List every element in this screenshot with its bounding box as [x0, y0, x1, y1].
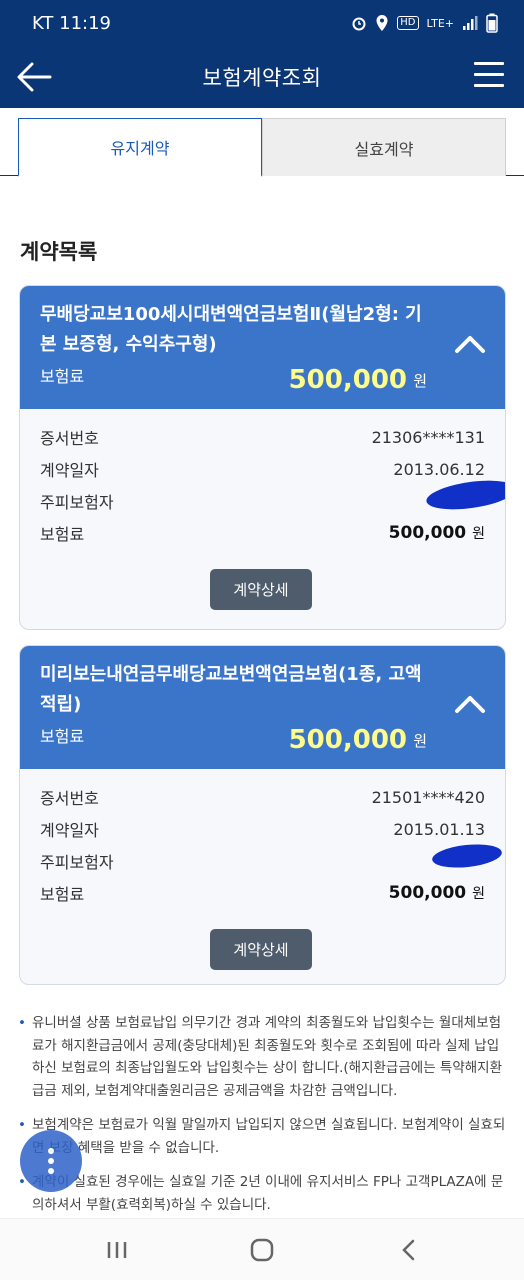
system-nav-bar: [0, 1218, 524, 1280]
info-row: 주피보험자: [40, 485, 485, 517]
chevron-up-icon[interactable]: [453, 692, 487, 716]
app-header: 보험계약조회: [0, 46, 524, 108]
row-label: 증서번호: [40, 429, 99, 448]
row-label: 증서번호: [40, 789, 99, 808]
back-arrow-icon[interactable]: [16, 60, 52, 94]
status-icons: HD LTE+: [351, 13, 498, 33]
premium-label: 보험료: [40, 367, 85, 386]
chevron-up-icon[interactable]: [453, 332, 487, 356]
info-row: 주피보험자: [40, 845, 485, 877]
contract-date: 2015.01.13: [393, 819, 485, 839]
row-label: 주피보험자: [40, 493, 114, 512]
tab-active-contracts[interactable]: 유지계약: [18, 118, 262, 177]
certificate-number: 21306****131: [371, 427, 485, 447]
home-icon[interactable]: [247, 1235, 277, 1265]
contract-tabs: 유지계약 실효계약: [0, 118, 524, 177]
contract-card: 무배당교보100세시대변액연금보험Ⅱ(월납2형: 기본 보증형, 수익추구형) …: [19, 285, 506, 630]
status-time: KT 11:19: [32, 12, 111, 34]
premium-amount: 500,000 원: [388, 523, 485, 543]
contract-card-body: 증서번호 21501****420 계약일자 2015.01.13 주피보험자 보험…: [20, 769, 505, 984]
hd-voice-badge: HD: [397, 16, 419, 30]
premium-value: 500,000: [288, 725, 407, 755]
hamburger-menu-icon[interactable]: [474, 62, 504, 92]
row-label: 계약일자: [40, 821, 99, 840]
premium-value: 500,000: [288, 365, 407, 395]
info-row: 증서번호 21501****420: [40, 781, 485, 813]
premium-unit: 원: [413, 732, 427, 750]
notice-item: 유니버셜 상품 보험료납입 의무기간 경과 계약의 최종월도와 납입횟수는 월대…: [18, 1012, 508, 1102]
contract-date: 2013.06.12: [393, 459, 485, 479]
notice-item: 보험계약은 보험료가 익월 말일까지 납입되지 않으면 실효됩니다. 보험계약이…: [18, 1114, 508, 1159]
tab-lapsed-contracts[interactable]: 실효계약: [262, 118, 506, 176]
row-label: 보험료: [40, 885, 85, 904]
info-row: 보험료 500,000 원: [40, 877, 485, 909]
row-label: 주피보험자: [40, 853, 114, 872]
lte-indicator: LTE+: [426, 16, 455, 30]
contract-card-body: 증서번호 21306****131 계약일자 2013.06.12 주피보험자 보험…: [20, 409, 505, 629]
contract-detail-button[interactable]: 계약상세: [210, 929, 312, 970]
contract-name: 무배당교보100세시대변액연금보험Ⅱ(월납2형: 기본 보증형, 수익추구형): [40, 304, 422, 355]
recent-apps-icon[interactable]: [102, 1235, 132, 1265]
info-row: 증서번호 21306****131: [40, 421, 485, 453]
battery-icon: [486, 13, 498, 33]
certificate-number: 21501****420: [371, 787, 485, 807]
status-bar: KT 11:19 HD LTE+: [0, 0, 524, 46]
info-row: 계약일자 2013.06.12: [40, 453, 485, 485]
signal-icon: [463, 16, 478, 30]
contract-card-header[interactable]: 미리보는내연금무배당교보변액연금보험(1종, 고액적립) 보험료 500,000…: [20, 646, 505, 769]
contract-card-header[interactable]: 무배당교보100세시대변액연금보험Ⅱ(월납2형: 기본 보증형, 수익추구형) …: [20, 286, 505, 409]
alarm-icon: [352, 17, 366, 31]
contract-card: 미리보는내연금무배당교보변액연금보험(1종, 고액적립) 보험료 500,000…: [19, 645, 506, 985]
info-row: 계약일자 2015.01.13: [40, 813, 485, 845]
row-label: 보험료: [40, 525, 85, 544]
notice-item: 계약이 실효된 경우에는 실효일 기준 2년 이내에 유지서비스 FP나 고객P…: [18, 1171, 508, 1216]
premium-unit: 원: [413, 372, 427, 390]
contract-name: 미리보는내연금무배당교보변액연금보험(1종, 고액적립): [40, 664, 422, 715]
row-label: 계약일자: [40, 461, 99, 480]
section-title: 계약목록: [20, 240, 98, 264]
location-icon: [376, 15, 388, 31]
premium-label: 보험료: [40, 727, 85, 746]
contract-detail-button[interactable]: 계약상세: [210, 569, 312, 610]
info-row: 보험료 500,000 원: [40, 517, 485, 549]
premium-amount: 500,000 원: [388, 883, 485, 903]
back-nav-icon[interactable]: [394, 1235, 424, 1265]
notice-list: 유니버셜 상품 보험료납입 의무기간 경과 계약의 최종월도와 납입횟수는 월대…: [18, 1012, 508, 1228]
page-title: 보험계약조회: [202, 66, 322, 90]
floating-menu-button[interactable]: [20, 1130, 82, 1192]
